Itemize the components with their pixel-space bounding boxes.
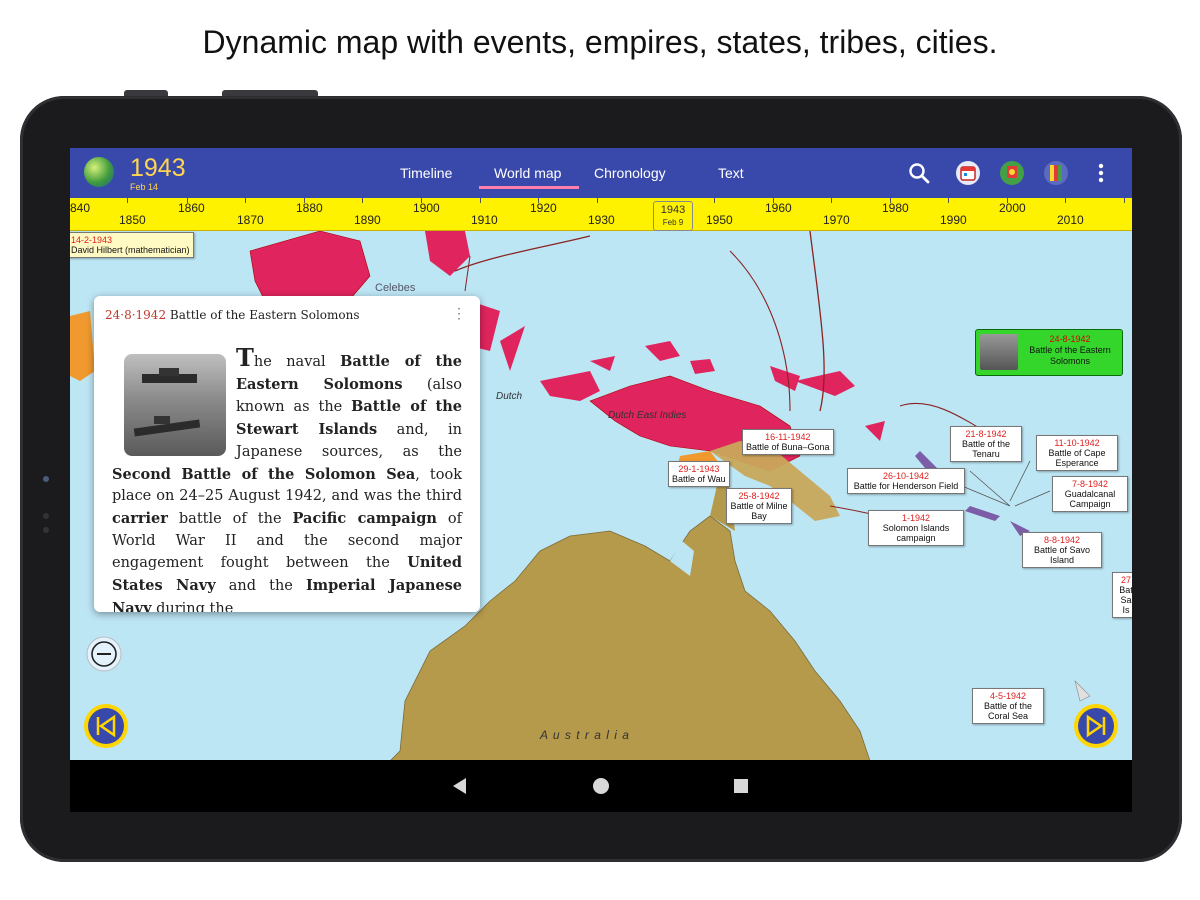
popup-article-text: The naval Battle of the Eastern Solomons… [112,343,463,613]
map-label-australia: A u s t r a l i a [540,728,630,742]
ruler-label: 1950 [706,213,733,227]
tab-timeline[interactable]: Timeline [400,165,452,181]
event-article-popup[interactable]: 24·8·1942 Battle of the Eastern Solomons… [94,296,480,612]
recents-icon[interactable] [734,779,748,793]
event-label[interactable]: 1-1942 Solomon Islands campaign [868,510,964,546]
timeline-current-marker[interactable]: 1943 Feb 9 [653,201,693,231]
ruler-label: 1850 [119,213,146,227]
ruler-label: 1920 [530,201,557,215]
ruler-label: 1980 [882,201,909,215]
map-label-dutch: Dutch [496,391,523,402]
current-date: Feb 14 [130,182,159,192]
event-date: 16-11-1942 [765,432,811,442]
event-date: 11-10-1942 [1054,438,1100,448]
event-date: 25-8-1942 [738,491,780,501]
event-title: Battle of Buna–Gona [746,442,830,452]
back-icon[interactable] [453,778,466,794]
event-date: 4-5-1942 [989,691,1027,701]
popup-menu-icon[interactable]: ⋮ [452,306,466,322]
event-title: Battle of the Coral Sea [983,701,1033,721]
system-navigation-bar [70,760,1132,812]
tab-world-map[interactable]: World map [494,165,561,181]
event-date: 14-2-1943 [71,235,113,245]
event-label[interactable]: 8-8-1942 Battle of Savo Island [1022,532,1102,568]
event-title: Solomon Islands campaign [882,523,950,543]
event-label[interactable]: 7-8-1942 Guadalcanal Campaign [1052,476,1128,512]
highlight-event-title: Battle of the Eastern Solomons [1029,345,1111,366]
timeline-current-year: 1943 [660,204,686,216]
event-date: 29-1-1943 [678,464,720,474]
zoom-out-button[interactable] [84,634,124,674]
highlighted-event-callout[interactable]: 24-8-1942 Battle of the Eastern Solomons [975,329,1123,376]
map-label-celebes: Celebes [375,282,416,294]
more-vert-icon[interactable] [1088,160,1114,186]
ruler-label: 1890 [354,213,381,227]
popup-header: 24·8·1942 Battle of the Eastern Solomons [105,308,360,322]
next-event-button[interactable] [1072,702,1120,750]
app-bar: 1943 Feb 14 Timeline World map Chronolog… [70,148,1132,198]
ruler-label: 1870 [237,213,264,227]
event-label[interactable]: 16-11-1942 Battle of Buna–Gona [742,429,834,455]
event-date: 21-8-1942 [965,429,1007,439]
app-screen: 1943 Feb 14 Timeline World map Chronolog… [70,148,1132,760]
timeline-current-date: Feb 9 [662,218,684,227]
search-icon[interactable] [906,160,932,186]
event-date: 27 [1120,575,1131,585]
globe-logo-icon[interactable] [84,157,114,187]
event-date: 1-1942 [901,513,931,523]
calendar-icon[interactable] [955,160,981,186]
tab-text[interactable]: Text [718,165,744,181]
event-title: Battle of Savo Island [1033,545,1091,565]
map-label-dutch-east-indies: Dutch East Indies [608,410,687,421]
popup-date: 24·8·1942 [105,308,167,322]
camera-sensor [43,513,49,519]
flag-icon[interactable] [999,160,1025,186]
promo-caption: Dynamic map with events, empires, states… [202,24,998,60]
event-title: David Hilbert (mathematician) [71,245,190,255]
event-label[interactable]: 21-8-1942 Battle of the Tenaru [950,426,1022,462]
event-title: Battle for Henderson Field [853,481,959,491]
event-label[interactable]: 27 Bat Sa Is [1112,572,1132,618]
event-title: Bat Sa Is [1119,585,1132,615]
event-title: Battle of Cape Esperance [1048,448,1106,468]
ruler-label: 1900 [413,201,440,215]
tab-chronology[interactable]: Chronology [594,165,666,181]
event-label[interactable]: 26-10-1942 Battle for Henderson Field [847,468,965,494]
active-tab-indicator [479,186,579,189]
event-label[interactable]: 14-2-1943 David Hilbert (mathematician) [70,232,194,258]
ruler-label: 840 [70,201,91,215]
ruler-label: 1880 [296,201,323,215]
ruler-label: 2010 [1057,213,1084,227]
event-title: Guadalcanal Campaign [1064,489,1116,509]
bookmarks-icon[interactable] [1043,160,1069,186]
ruler-label: 1860 [178,201,205,215]
event-title: Battle of the Tenaru [961,439,1011,459]
home-icon[interactable] [593,778,609,794]
camera-sensor [43,476,49,482]
ruler-label: 1990 [940,213,967,227]
highlight-event-date: 24-8-1942 [1049,334,1091,344]
previous-event-button[interactable] [82,702,130,750]
event-date: 8-8-1942 [1043,535,1081,545]
ruler-label: 1960 [765,201,792,215]
event-title: Battle of Wau [672,474,726,484]
event-label[interactable]: 4-5-1942 Battle of the Coral Sea [972,688,1044,724]
camera-sensor [43,527,49,533]
event-thumbnail [980,334,1018,370]
event-label[interactable]: 25-8-1942 Battle of Milne Bay [726,488,792,524]
current-year[interactable]: 1943 [130,154,186,183]
timeline-ruler[interactable]: 840 1860 1880 1900 1920 1960 1980 2000 1… [70,198,1132,231]
ruler-label: 1930 [588,213,615,227]
event-date: 7-8-1942 [1071,479,1109,489]
ruler-label: 1910 [471,213,498,227]
event-label[interactable]: 11-10-1942 Battle of Cape Esperance [1036,435,1118,471]
event-label[interactable]: 29-1-1943 Battle of Wau [668,461,730,487]
popup-title: Battle of the Eastern Solomons [169,308,360,322]
ruler-label: 1970 [823,213,850,227]
ruler-label: 2000 [999,201,1026,215]
event-title: Battle of Milne Bay [730,501,788,521]
event-date: 26-10-1942 [882,471,930,481]
